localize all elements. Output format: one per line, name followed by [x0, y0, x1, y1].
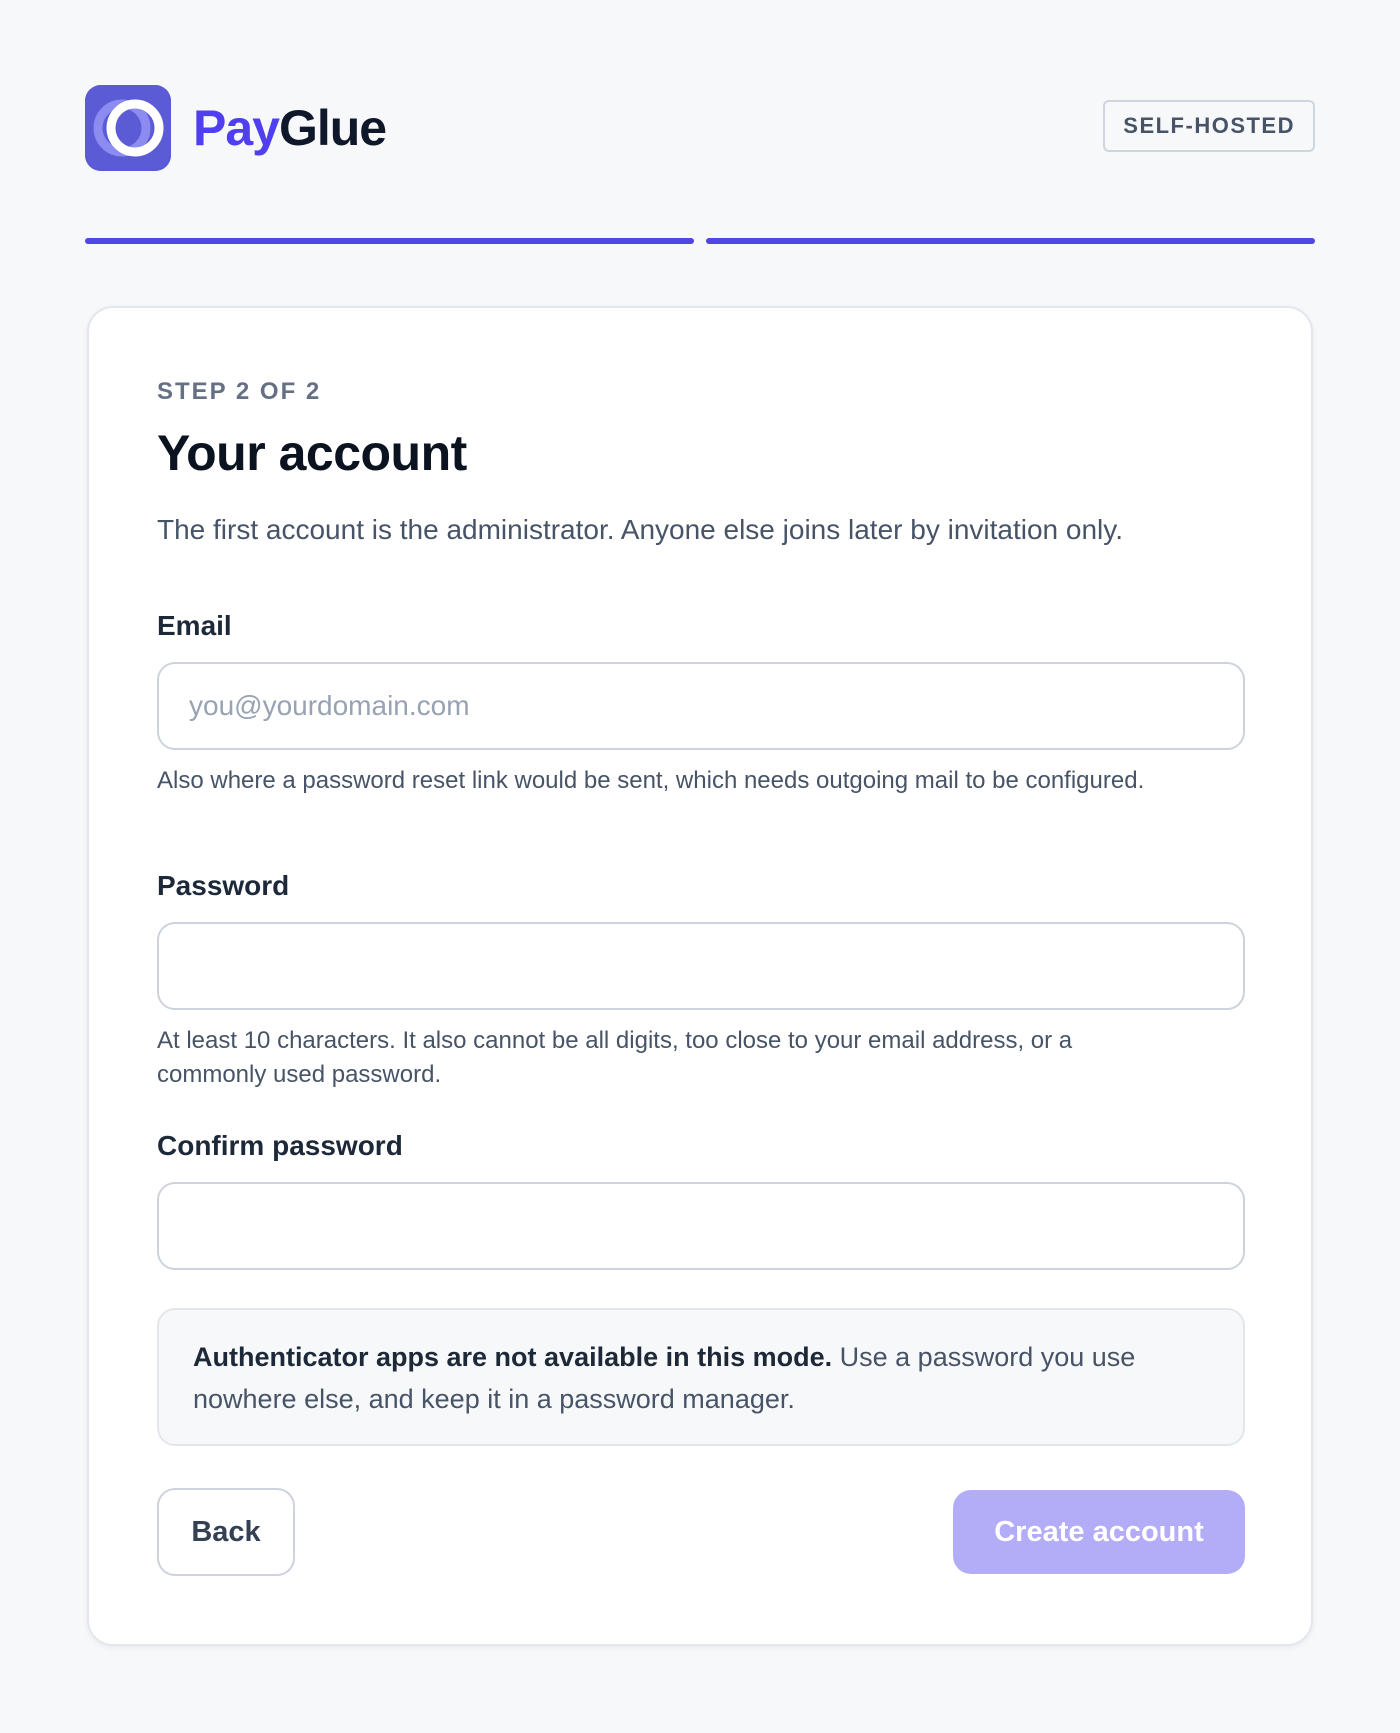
password-label: Password: [157, 870, 290, 901]
page-title: Your account: [157, 425, 467, 481]
notice-bold-text: Authenticator apps are not available in …: [193, 1342, 833, 1372]
step-progress: [85, 238, 1315, 244]
back-button[interactable]: Back: [157, 1488, 295, 1576]
create-account-button[interactable]: Create account: [953, 1490, 1245, 1574]
email-hint: Also where a password reset link would b…: [157, 767, 1145, 794]
step-label: STEP 2 OF 2: [157, 378, 322, 405]
confirm-password-label: Confirm password: [157, 1130, 403, 1161]
password-hint: At least 10 characters. It also cannot b…: [157, 1027, 1073, 1088]
progress-step-2: [706, 238, 1315, 244]
account-card: STEP 2 OF 2 Your account The first accou…: [87, 306, 1313, 1646]
authenticator-notice: Authenticator apps are not available in …: [157, 1308, 1245, 1446]
progress-step-1: [85, 238, 694, 244]
payglue-logo-icon: [85, 85, 171, 171]
page-subtitle: The first account is the administrator. …: [157, 514, 1123, 545]
email-input[interactable]: [157, 662, 1245, 750]
brand-name-part1: Pay: [193, 100, 280, 156]
header: PayGlue SELF-HOSTED: [85, 85, 1315, 171]
password-input[interactable]: [157, 922, 1245, 1010]
confirm-password-input[interactable]: [157, 1182, 1245, 1270]
self-hosted-badge: SELF-HOSTED: [1103, 100, 1315, 152]
email-label: Email: [157, 610, 232, 641]
brand-name-part2: Glue: [278, 100, 387, 156]
brand-name: PayGlue: [193, 99, 387, 157]
